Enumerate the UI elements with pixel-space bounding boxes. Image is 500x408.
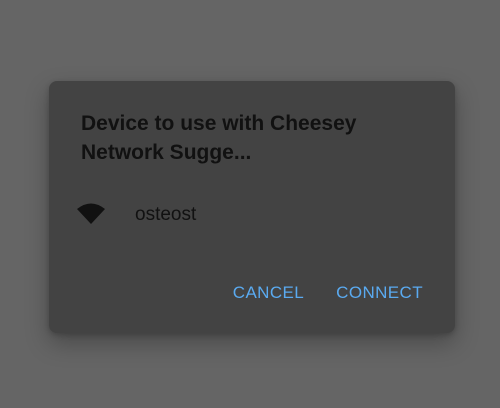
- list-item[interactable]: osteost: [49, 193, 455, 235]
- connect-button[interactable]: CONNECT: [336, 281, 423, 305]
- wifi-icon: [76, 202, 106, 226]
- dialog-title: Device to use with Cheesey Network Sugge…: [81, 112, 357, 164]
- dialog-actions: CANCEL CONNECT: [233, 281, 423, 305]
- device-chooser-dialog: Device to use with Cheesey Network Sugge…: [49, 81, 455, 333]
- cancel-button[interactable]: CANCEL: [233, 281, 304, 305]
- device-name: osteost: [135, 204, 197, 225]
